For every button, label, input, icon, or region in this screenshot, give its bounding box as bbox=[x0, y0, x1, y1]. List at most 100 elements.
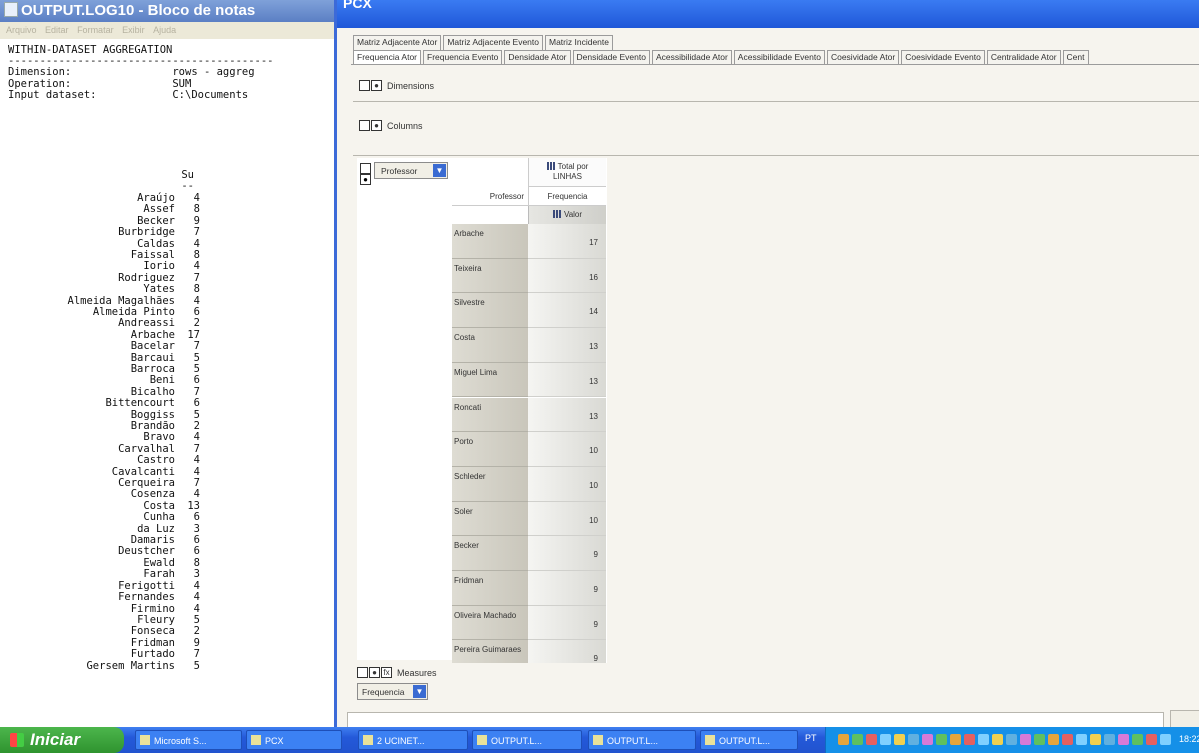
tab-frequencia-ator[interactable]: Frequencia Ator bbox=[353, 50, 422, 65]
tray-icon[interactable] bbox=[894, 734, 905, 745]
tray-icon[interactable] bbox=[1132, 734, 1143, 745]
grid-cell-value[interactable]: 17 bbox=[528, 224, 606, 259]
chevron-down-icon[interactable]: ▼ bbox=[413, 685, 426, 698]
grid-cell-value[interactable]: 9 bbox=[528, 605, 606, 641]
grid-cell-value[interactable]: 9 bbox=[528, 640, 606, 663]
task-pcx[interactable]: PCX bbox=[246, 730, 342, 750]
grid-row-header[interactable]: Porto bbox=[452, 432, 528, 467]
collapse-icon[interactable] bbox=[357, 667, 368, 678]
grid-cell-value[interactable]: 9 bbox=[528, 536, 606, 571]
menu-editar[interactable]: Editar bbox=[45, 25, 69, 35]
tab-densidade-ator[interactable]: Densidade Ator bbox=[504, 50, 571, 65]
tab-coesividade-evento[interactable]: Coesividade Evento bbox=[901, 50, 985, 65]
notepad-text-area[interactable]: Dimension: rows - aggreg Operation: SUM … bbox=[8, 56, 255, 672]
tray-icon[interactable] bbox=[1006, 734, 1017, 745]
tray-icon[interactable] bbox=[1020, 734, 1031, 745]
tray-icon[interactable] bbox=[852, 734, 863, 745]
tab-matriz-adjacente-evento[interactable]: Matriz Adjacente Evento bbox=[443, 35, 543, 50]
frequencia-measure-button[interactable]: Frequencia ▼ bbox=[357, 683, 428, 700]
notepad-window[interactable]: OUTPUT.LOG10 - Bloco de notas Arquivo Ed… bbox=[0, 0, 337, 727]
grid-row-header[interactable]: Becker bbox=[452, 536, 528, 571]
grid-row-header[interactable]: Pereira Guimaraes bbox=[452, 640, 528, 663]
grid-cell-value[interactable]: 13 bbox=[528, 362, 606, 398]
tray-icon[interactable] bbox=[1076, 734, 1087, 745]
menu-arquivo[interactable]: Arquivo bbox=[6, 25, 37, 35]
tray-icon[interactable] bbox=[950, 734, 961, 745]
task-label: OUTPUT.L... bbox=[491, 736, 543, 746]
grid-cell-value[interactable]: 10 bbox=[528, 501, 606, 537]
tab-frequencia-evento[interactable]: Frequencia Evento bbox=[423, 50, 503, 65]
pivot-grid[interactable]: Total por LINHAS Professor Frequencia Va… bbox=[452, 158, 607, 663]
total-column-header[interactable]: Total por LINHAS bbox=[528, 158, 606, 187]
collapse-icon[interactable] bbox=[360, 163, 371, 174]
tab-acessibilidade-evento[interactable]: Acessibilidade Evento bbox=[733, 50, 825, 65]
task-output-1[interactable]: OUTPUT.L... bbox=[472, 730, 582, 750]
tray-icon[interactable] bbox=[838, 734, 849, 745]
columns-zone: ● Columns bbox=[359, 120, 423, 131]
grid-cell-value[interactable]: 10 bbox=[528, 466, 606, 502]
tab-matriz-adjacente-ator[interactable]: Matriz Adjacente Ator bbox=[353, 35, 442, 50]
grid-row-header[interactable]: Silvestre bbox=[452, 293, 528, 329]
expand-icon[interactable]: ● bbox=[371, 120, 382, 131]
grid-row-header[interactable]: Schleder bbox=[452, 466, 528, 502]
tray-icon[interactable] bbox=[908, 734, 919, 745]
grid-row-header[interactable]: Costa bbox=[452, 328, 528, 363]
task-output-2[interactable]: OUTPUT.L... bbox=[588, 730, 696, 750]
notepad-title-bar[interactable]: OUTPUT.LOG10 - Bloco de notas bbox=[0, 0, 337, 22]
language-indicator[interactable]: PT bbox=[805, 733, 817, 743]
tab-acessibilidade-ator[interactable]: Acessibilidade Ator bbox=[651, 50, 732, 65]
tab-centralidade-ator[interactable]: Centralidade Ator bbox=[986, 50, 1061, 65]
expand-icon[interactable]: ● bbox=[371, 80, 382, 91]
tray-icon[interactable] bbox=[1034, 734, 1045, 745]
task-output-3[interactable]: OUTPUT.L... bbox=[700, 730, 798, 750]
tray-icon[interactable] bbox=[922, 734, 933, 745]
grid-cell-value[interactable]: 13 bbox=[528, 328, 606, 363]
chevron-down-icon[interactable]: ▼ bbox=[433, 164, 446, 177]
tab-matriz-incidente[interactable]: Matriz Incidente bbox=[545, 35, 613, 50]
tray-icon[interactable] bbox=[1048, 734, 1059, 745]
grid-row-header[interactable]: Fridman bbox=[452, 571, 528, 606]
row-drop-zone[interactable] bbox=[357, 158, 452, 660]
start-button[interactable]: Iniciar bbox=[0, 727, 124, 753]
tray-icon[interactable] bbox=[1090, 734, 1101, 745]
grid-row-header[interactable]: Arbache bbox=[452, 224, 528, 259]
task-ucinet[interactable]: 2 UCINET... bbox=[358, 730, 468, 750]
grid-row-header[interactable]: Soler bbox=[452, 501, 528, 537]
tray-icon[interactable] bbox=[1160, 734, 1171, 745]
menu-ajuda[interactable]: Ajuda bbox=[153, 25, 176, 35]
collapse-icon[interactable] bbox=[359, 120, 370, 131]
pcx-window[interactable]: PCX Matriz Adjacente Ator Matriz Adjacen… bbox=[334, 0, 1199, 729]
collapse-icon[interactable] bbox=[359, 80, 370, 91]
grid-cell-value[interactable]: 10 bbox=[528, 432, 606, 467]
tray-icon[interactable] bbox=[866, 734, 877, 745]
task-microsoft[interactable]: Microsoft S... bbox=[135, 730, 242, 750]
tray-icon[interactable] bbox=[1118, 734, 1129, 745]
grid-row-header[interactable]: Teixeira bbox=[452, 258, 528, 294]
tray-icon[interactable] bbox=[1104, 734, 1115, 745]
pcx-title-bar[interactable]: PCX bbox=[337, 0, 1199, 28]
tab-centralidade-evento[interactable]: Cent bbox=[1062, 50, 1089, 65]
grid-row-header[interactable]: Miguel Lima bbox=[452, 362, 528, 398]
grid-cell-value[interactable]: 9 bbox=[528, 571, 606, 606]
tray-icon[interactable] bbox=[880, 734, 891, 745]
tab-densidade-evento[interactable]: Densidade Evento bbox=[572, 50, 650, 65]
grid-row-header[interactable]: Oliveira Machado bbox=[452, 605, 528, 641]
expand-icon[interactable]: ● bbox=[369, 667, 380, 678]
tab-coesividade-ator[interactable]: Coesividade Ator bbox=[826, 50, 900, 65]
grid-cell-value[interactable]: 13 bbox=[528, 397, 606, 433]
grid-cell-value[interactable]: 14 bbox=[528, 293, 606, 329]
grid-cell-value[interactable]: 16 bbox=[528, 258, 606, 294]
tray-icon[interactable] bbox=[1146, 734, 1157, 745]
measure-icon[interactable]: fx bbox=[381, 667, 392, 678]
professor-field-button[interactable]: Professor ▼ bbox=[374, 162, 448, 179]
tray-icon[interactable] bbox=[936, 734, 947, 745]
tray-icon[interactable] bbox=[978, 734, 989, 745]
menu-formatar[interactable]: Formatar bbox=[77, 25, 114, 35]
grid-row-header[interactable]: Roncati bbox=[452, 397, 528, 433]
tray-icon[interactable] bbox=[992, 734, 1003, 745]
tray-icon[interactable] bbox=[964, 734, 975, 745]
expand-icon[interactable]: ● bbox=[360, 174, 371, 185]
tray-icon[interactable] bbox=[1062, 734, 1073, 745]
menu-exibir[interactable]: Exibir bbox=[122, 25, 145, 35]
clock[interactable]: 18:22 bbox=[1179, 734, 1199, 744]
